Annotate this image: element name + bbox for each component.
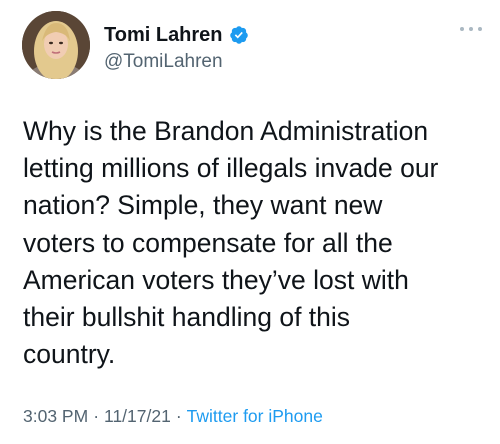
user-handle[interactable]: @TomiLahren bbox=[104, 50, 249, 74]
tweet-time[interactable]: 3:03 PM bbox=[23, 406, 88, 426]
verified-badge-icon bbox=[229, 25, 249, 45]
tweet-text-line: letting millions of illegals invade our bbox=[23, 153, 439, 184]
tweet-text-line: nation? Simple, they want new bbox=[23, 190, 383, 221]
tweet-text-line: voters to compensate for all the bbox=[23, 227, 393, 258]
meta-separator: · bbox=[93, 406, 100, 426]
more-dot bbox=[469, 27, 473, 31]
tweet-text-line: country. bbox=[23, 339, 116, 370]
tweet-author: Tomi Lahren @TomiLahren bbox=[104, 23, 249, 74]
tweet-text: Why is the Brandon Administration lettin… bbox=[23, 113, 493, 373]
avatar-photo-icon bbox=[22, 11, 90, 79]
tweet-date[interactable]: 11/17/21 bbox=[104, 406, 171, 426]
more-dot bbox=[460, 27, 464, 31]
tweet-card: Tomi Lahren @TomiLahren Why is the Brand… bbox=[0, 0, 500, 444]
display-name[interactable]: Tomi Lahren bbox=[104, 23, 223, 47]
tweet-text-line: their bullshit handling of this bbox=[23, 302, 351, 333]
more-options-button[interactable] bbox=[460, 24, 482, 34]
avatar[interactable] bbox=[22, 11, 90, 79]
tweet-text-line: American voters they’ve lost with bbox=[23, 264, 409, 295]
more-dot bbox=[478, 27, 482, 31]
tweet-text-line: Why is the Brandon Administration bbox=[23, 116, 429, 146]
meta-separator: · bbox=[175, 406, 182, 426]
tweet-source-link[interactable]: Twitter for iPhone bbox=[187, 406, 323, 426]
author-name-row: Tomi Lahren bbox=[104, 23, 249, 47]
tweet-metadata: 3:03 PM · 11/17/21 · Twitter for iPhone bbox=[23, 404, 323, 428]
